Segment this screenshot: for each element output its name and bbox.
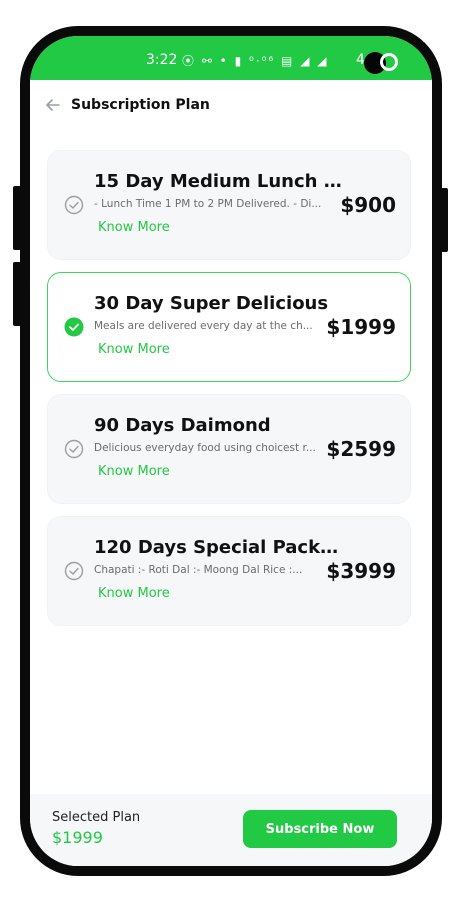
selected-plan-label: Selected Plan [52,810,141,825]
plan-description: - Lunch Time 1 PM to 2 PM Delivered. - D… [94,198,322,210]
plan-price: $900 [340,193,396,217]
know-more-link[interactable]: Know More [98,342,170,357]
plan-name: 90 Days Daimond [94,415,271,436]
plan-description: Chapati :- Roti Dal :- Moong Dal Rice :.… [94,564,303,576]
plan-name: 15 Day Medium Lunch Or Di... [94,171,348,192]
plan-name: 30 Day Super Delicious [94,293,329,314]
arrow-left-icon [46,99,60,111]
plan-description: Meals are delivered every day at the ch.… [94,320,313,332]
plan-price: $2599 [326,437,396,461]
bottom-bar: Selected Plan $1999 Subscribe Now [30,794,432,866]
plan-card-90-days[interactable]: 90 Days Daimond Delicious everyday food … [47,394,411,504]
know-more-link[interactable]: Know More [98,464,170,479]
plan-description: Delicious everyday food using choicest r… [94,442,316,454]
check-circle-outline-icon [64,195,84,215]
plan-card-30-day[interactable]: 30 Day Super Delicious Meals are deliver… [47,272,411,382]
plan-card-120-days[interactable]: 120 Days Special Package Chapati :- Roti… [47,516,411,626]
status-time: 3:22 [146,52,178,68]
check-circle-filled-icon [64,317,84,337]
plan-list: 15 Day Medium Lunch Or Di... - Lunch Tim… [30,134,432,794]
back-button[interactable] [40,92,66,118]
page-title: Subscription Plan [71,97,210,113]
plan-name: 120 Days Special Package [94,537,348,558]
know-more-link[interactable]: Know More [98,220,170,235]
power-button [441,188,448,252]
know-more-link[interactable]: Know More [98,586,170,601]
plan-price: $3999 [326,559,396,583]
subscribe-now-button[interactable]: Subscribe Now [243,810,397,848]
check-circle-outline-icon [64,561,84,581]
battery-icon [380,53,398,71]
plan-card-15-day[interactable]: 15 Day Medium Lunch Or Di... - Lunch Tim… [47,150,411,260]
selected-plan-price: $1999 [52,828,103,847]
plan-price: $1999 [326,315,396,339]
check-circle-outline-icon [64,439,84,459]
status-icons: ⦿ ⚯ • ▮ ⁰⋅⁰⁶ ▤ ◢ ◢ [182,54,329,68]
status-bar: 3:22 ⦿ ⚯ • ▮ ⁰⋅⁰⁶ ▤ ◢ ◢ 4 [30,36,432,80]
phone-screen: 3:22 ⦿ ⚯ • ▮ ⁰⋅⁰⁶ ▤ ◢ ◢ 4 Subscription P… [30,36,432,866]
